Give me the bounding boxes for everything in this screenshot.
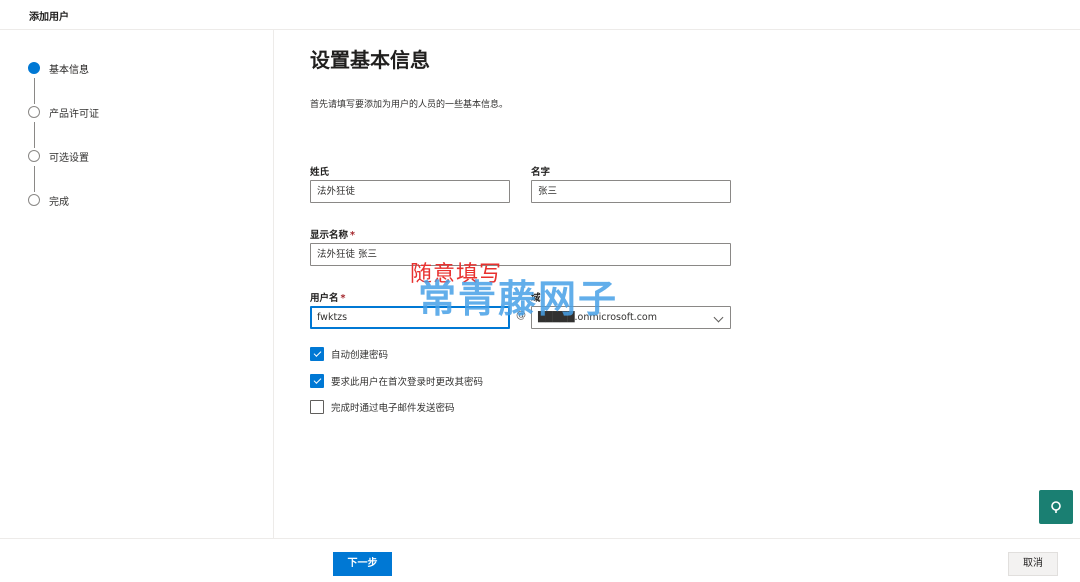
step-connector: [33, 166, 35, 192]
step-label: 可选设置: [49, 152, 89, 164]
required-mark: *: [350, 230, 355, 241]
display-name-input[interactable]: 法外狂徒 张三: [310, 243, 731, 266]
email-password-checkbox[interactable]: [310, 400, 324, 414]
display-name-label: 显示名称 *: [310, 230, 355, 241]
step-connector: [33, 122, 35, 148]
chevron-down-icon: [713, 312, 724, 323]
step-label: 完成: [49, 196, 69, 208]
step-product-license[interactable]: 产品许可证: [28, 105, 99, 120]
step-connector: [33, 78, 35, 104]
add-user-page: 添加用户 基本信息 产品许可证 可选设置 完成 设置基本信息 首先请填写要添加为…: [0, 0, 1080, 582]
step-label: 产品许可证: [49, 108, 99, 120]
last-name-input[interactable]: 法外狂徒: [310, 180, 510, 203]
step-dot-icon: [28, 194, 40, 206]
last-name-label: 姓氏: [310, 167, 330, 178]
step-nav: 基本信息 产品许可证 可选设置 完成: [0, 30, 274, 538]
next-button[interactable]: 下一步: [333, 552, 392, 576]
step-dot-icon: [28, 106, 40, 118]
email-password-option[interactable]: 完成时通过电子邮件发送密码: [310, 400, 455, 414]
first-name-input[interactable]: 张三: [531, 180, 731, 203]
footer-bar: 下一步 取消: [0, 538, 1080, 582]
step-finish[interactable]: 完成: [28, 193, 69, 208]
checkbox-label: 要求此用户在首次登录时更改其密码: [331, 377, 484, 388]
step-optional-settings[interactable]: 可选设置: [28, 149, 89, 164]
require-change-password-checkbox[interactable]: [310, 374, 324, 388]
step-dot-icon: [28, 62, 40, 74]
require-change-password-option[interactable]: 要求此用户在首次登录时更改其密码: [310, 374, 483, 388]
step-basic-info[interactable]: 基本信息: [28, 61, 89, 76]
top-bar: 添加用户: [0, 0, 1080, 30]
auto-password-checkbox[interactable]: [310, 347, 324, 361]
step-label: 基本信息: [49, 64, 89, 76]
section-heading: 设置基本信息: [310, 48, 430, 72]
auto-password-option[interactable]: 自动创建密码: [310, 347, 388, 361]
watermark-text: 常青藤网子: [418, 277, 619, 321]
cancel-button[interactable]: 取消: [1008, 552, 1058, 576]
required-mark: *: [340, 293, 346, 304]
chat-help-icon: [1051, 501, 1061, 513]
step-dot-icon: [28, 150, 40, 162]
first-name-label: 名字: [531, 167, 551, 178]
help-chat-button[interactable]: [1039, 490, 1073, 524]
username-label: 用户名 *: [310, 293, 346, 304]
checkbox-label: 完成时通过电子邮件发送密码: [331, 403, 455, 414]
section-description: 首先请填写要添加为用户的人员的一些基本信息。: [310, 100, 509, 110]
page-title: 添加用户: [29, 12, 69, 23]
checkbox-label: 自动创建密码: [331, 350, 389, 361]
